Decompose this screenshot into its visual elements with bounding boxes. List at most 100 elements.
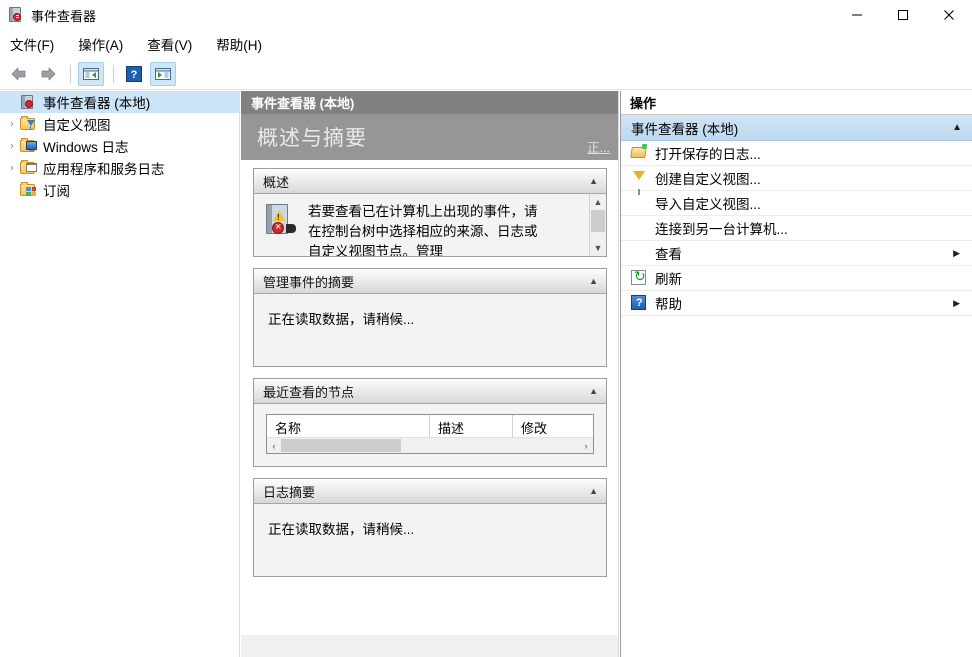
custom-views-folder-icon bbox=[20, 116, 38, 132]
column-header-name[interactable]: 名称 bbox=[267, 415, 430, 437]
window-controls bbox=[834, 0, 972, 30]
section-body: 正在读取数据，请稍候... bbox=[254, 294, 606, 366]
no-icon bbox=[629, 219, 651, 237]
app-service-logs-folder-icon bbox=[20, 160, 38, 176]
action-label: 查看 bbox=[655, 247, 682, 262]
collapse-arrow-icon[interactable]: ▲ bbox=[589, 176, 598, 186]
column-header-description[interactable]: 描述 bbox=[430, 415, 513, 437]
scrollbar-track[interactable] bbox=[281, 439, 579, 452]
action-label: 创建自定义视图... bbox=[655, 172, 761, 187]
tree-item-label: 订阅 bbox=[43, 184, 70, 199]
actions-group-title: 事件查看器 (本地) bbox=[631, 121, 739, 137]
scroll-down-icon[interactable]: ▼ bbox=[590, 240, 606, 256]
section-title: 日志摘要 bbox=[263, 484, 316, 500]
windows-logs-folder-icon bbox=[20, 138, 38, 154]
help-icon bbox=[629, 294, 651, 312]
tree-item-custom-views[interactable]: › 自定义视图 bbox=[0, 113, 239, 135]
center-pane: 事件查看器 (本地) 概述与摘要 正... 概述 ▲ ! × 若要查看已在计算机… bbox=[241, 91, 619, 657]
scroll-right-icon[interactable]: › bbox=[579, 441, 593, 451]
section-title: 管理事件的摘要 bbox=[263, 274, 355, 290]
action-open-saved-log[interactable]: 打开保存的日志... bbox=[621, 141, 972, 166]
section-overview: 概述 ▲ 若要查看已在计算机上出现的事 bbox=[253, 168, 607, 257]
banner-link[interactable]: 正... bbox=[587, 137, 610, 156]
event-viewer-icon bbox=[8, 7, 24, 23]
actions-pane: 操作 事件查看器 (本地) ▲ 打开保存的日志... 创建自定义视图... 导入… bbox=[620, 91, 972, 657]
help-icon[interactable]: ? bbox=[121, 62, 147, 86]
action-connect-to-another-computer[interactable]: 连接到另一台计算机... bbox=[621, 216, 972, 241]
subscriptions-folder-icon bbox=[20, 182, 38, 198]
section-header[interactable]: 管理事件的摘要 ▲ bbox=[254, 269, 606, 294]
overview-scrollbar[interactable]: ▲ ▼ bbox=[589, 194, 606, 256]
tree-item-windows-logs[interactable]: › Windows 日志 bbox=[0, 135, 239, 157]
show-hide-action-pane-icon[interactable] bbox=[150, 61, 176, 86]
chevron-right-icon[interactable]: › bbox=[4, 163, 20, 174]
section-recently-viewed-nodes: 最近查看的节点 ▲ 名称 描述 修改 ‹ › bbox=[253, 378, 607, 467]
actions-pane-title: 操作 bbox=[621, 91, 972, 115]
center-pane-body: 概述 ▲ 若要查看已在计算机上出现的事 bbox=[241, 160, 618, 657]
tree-item-label: 应用程序和服务日志 bbox=[43, 162, 165, 177]
action-label: 导入自定义视图... bbox=[655, 197, 761, 212]
overview-banner: 概述与摘要 正... bbox=[241, 114, 618, 160]
scroll-left-icon[interactable]: ‹ bbox=[267, 441, 281, 451]
action-refresh[interactable]: 刷新 bbox=[621, 266, 972, 291]
section-body: 名称 描述 修改 ‹ › bbox=[254, 404, 606, 466]
maximize-button[interactable] bbox=[880, 0, 926, 30]
section-title: 最近查看的节点 bbox=[263, 384, 355, 400]
console-tree-pane: ▸ 事件查看器 (本地) › 自定义视图 › bbox=[0, 91, 240, 657]
collapse-arrow-icon[interactable]: ▲ bbox=[589, 276, 598, 286]
scrollbar-thumb[interactable] bbox=[281, 439, 401, 452]
action-create-custom-view[interactable]: 创建自定义视图... bbox=[621, 166, 972, 195]
tree-item-event-viewer-root[interactable]: ▸ 事件查看器 (本地) bbox=[0, 91, 239, 113]
main-panes: ▸ 事件查看器 (本地) › 自定义视图 › bbox=[0, 91, 972, 657]
menu-view[interactable]: 查看(V) bbox=[145, 32, 202, 56]
tree-item-app-service-logs[interactable]: › 应用程序和服务日志 bbox=[0, 157, 239, 179]
chevron-right-icon[interactable]: › bbox=[4, 141, 20, 152]
menu-help[interactable]: 帮助(H) bbox=[214, 32, 272, 56]
scroll-up-icon[interactable]: ▲ bbox=[590, 194, 606, 210]
action-import-custom-view[interactable]: 导入自定义视图... bbox=[621, 191, 972, 216]
chevron-right-icon[interactable]: › bbox=[4, 119, 20, 130]
section-header[interactable]: 最近查看的节点 ▲ bbox=[254, 379, 606, 404]
section-body: 正在读取数据，请稍候... bbox=[254, 504, 606, 576]
tree-item-subscriptions[interactable]: › 订阅 bbox=[0, 179, 239, 201]
actions-group-event-viewer[interactable]: 事件查看器 (本地) ▲ bbox=[621, 115, 972, 141]
collapse-arrow-icon[interactable]: ▲ bbox=[952, 122, 962, 133]
collapse-arrow-icon[interactable]: ▲ bbox=[589, 386, 598, 396]
section-header[interactable]: 日志摘要 ▲ bbox=[254, 479, 606, 504]
section-admin-events-summary: 管理事件的摘要 ▲ 正在读取数据，请稍候... bbox=[253, 268, 607, 367]
tree-item-label: Windows 日志 bbox=[43, 140, 129, 155]
scrollbar-thumb[interactable] bbox=[591, 210, 605, 232]
refresh-icon bbox=[629, 268, 651, 287]
no-icon bbox=[629, 194, 651, 212]
event-viewer-large-icon bbox=[264, 204, 298, 240]
open-folder-icon bbox=[629, 144, 651, 162]
section-header[interactable]: 概述 ▲ bbox=[254, 169, 606, 194]
toolbar-separator bbox=[70, 64, 71, 83]
table-horizontal-scrollbar[interactable]: ‹ › bbox=[267, 437, 593, 453]
action-view[interactable]: 查看 ▶ bbox=[621, 241, 972, 266]
section-log-summary: 日志摘要 ▲ 正在读取数据，请稍候... bbox=[253, 478, 607, 577]
minimize-button[interactable] bbox=[834, 0, 880, 30]
menu-action[interactable]: 操作(A) bbox=[76, 32, 133, 56]
collapse-arrow-icon[interactable]: ▲ bbox=[589, 486, 598, 496]
action-label: 刷新 bbox=[655, 272, 682, 287]
menu-bar: 文件(F) 操作(A) 查看(V) 帮助(H) bbox=[0, 31, 972, 57]
forward-arrow-icon[interactable] bbox=[35, 62, 61, 86]
action-label: 连接到另一台计算机... bbox=[655, 222, 788, 237]
toolbar-separator-2 bbox=[113, 64, 114, 83]
event-viewer-window: 事件查看器 文件(F) 操作(A) 查看(V) 帮助(H) ? 事件查看器 (本… bbox=[0, 0, 972, 657]
table-header-row: 名称 描述 修改 bbox=[267, 415, 593, 437]
submenu-arrow-icon[interactable]: ▶ bbox=[953, 298, 960, 309]
show-hide-tree-icon[interactable] bbox=[78, 61, 104, 86]
menu-file[interactable]: 文件(F) bbox=[8, 32, 64, 56]
close-button[interactable] bbox=[926, 0, 972, 30]
banner-title: 概述与摘要 bbox=[257, 127, 367, 150]
column-header-modified[interactable]: 修改 bbox=[513, 415, 553, 437]
submenu-arrow-icon[interactable]: ▶ bbox=[953, 248, 960, 259]
section-title: 概述 bbox=[263, 174, 290, 190]
section-body: 若要查看已在计算机上出现的事件，请在控制台树中选择相应的来源、日志或自定义视图节… bbox=[254, 194, 606, 256]
no-icon bbox=[629, 244, 651, 262]
toolbar: ? bbox=[0, 58, 972, 90]
back-arrow-icon[interactable] bbox=[6, 62, 32, 86]
action-help[interactable]: 帮助 ▶ bbox=[621, 291, 972, 316]
